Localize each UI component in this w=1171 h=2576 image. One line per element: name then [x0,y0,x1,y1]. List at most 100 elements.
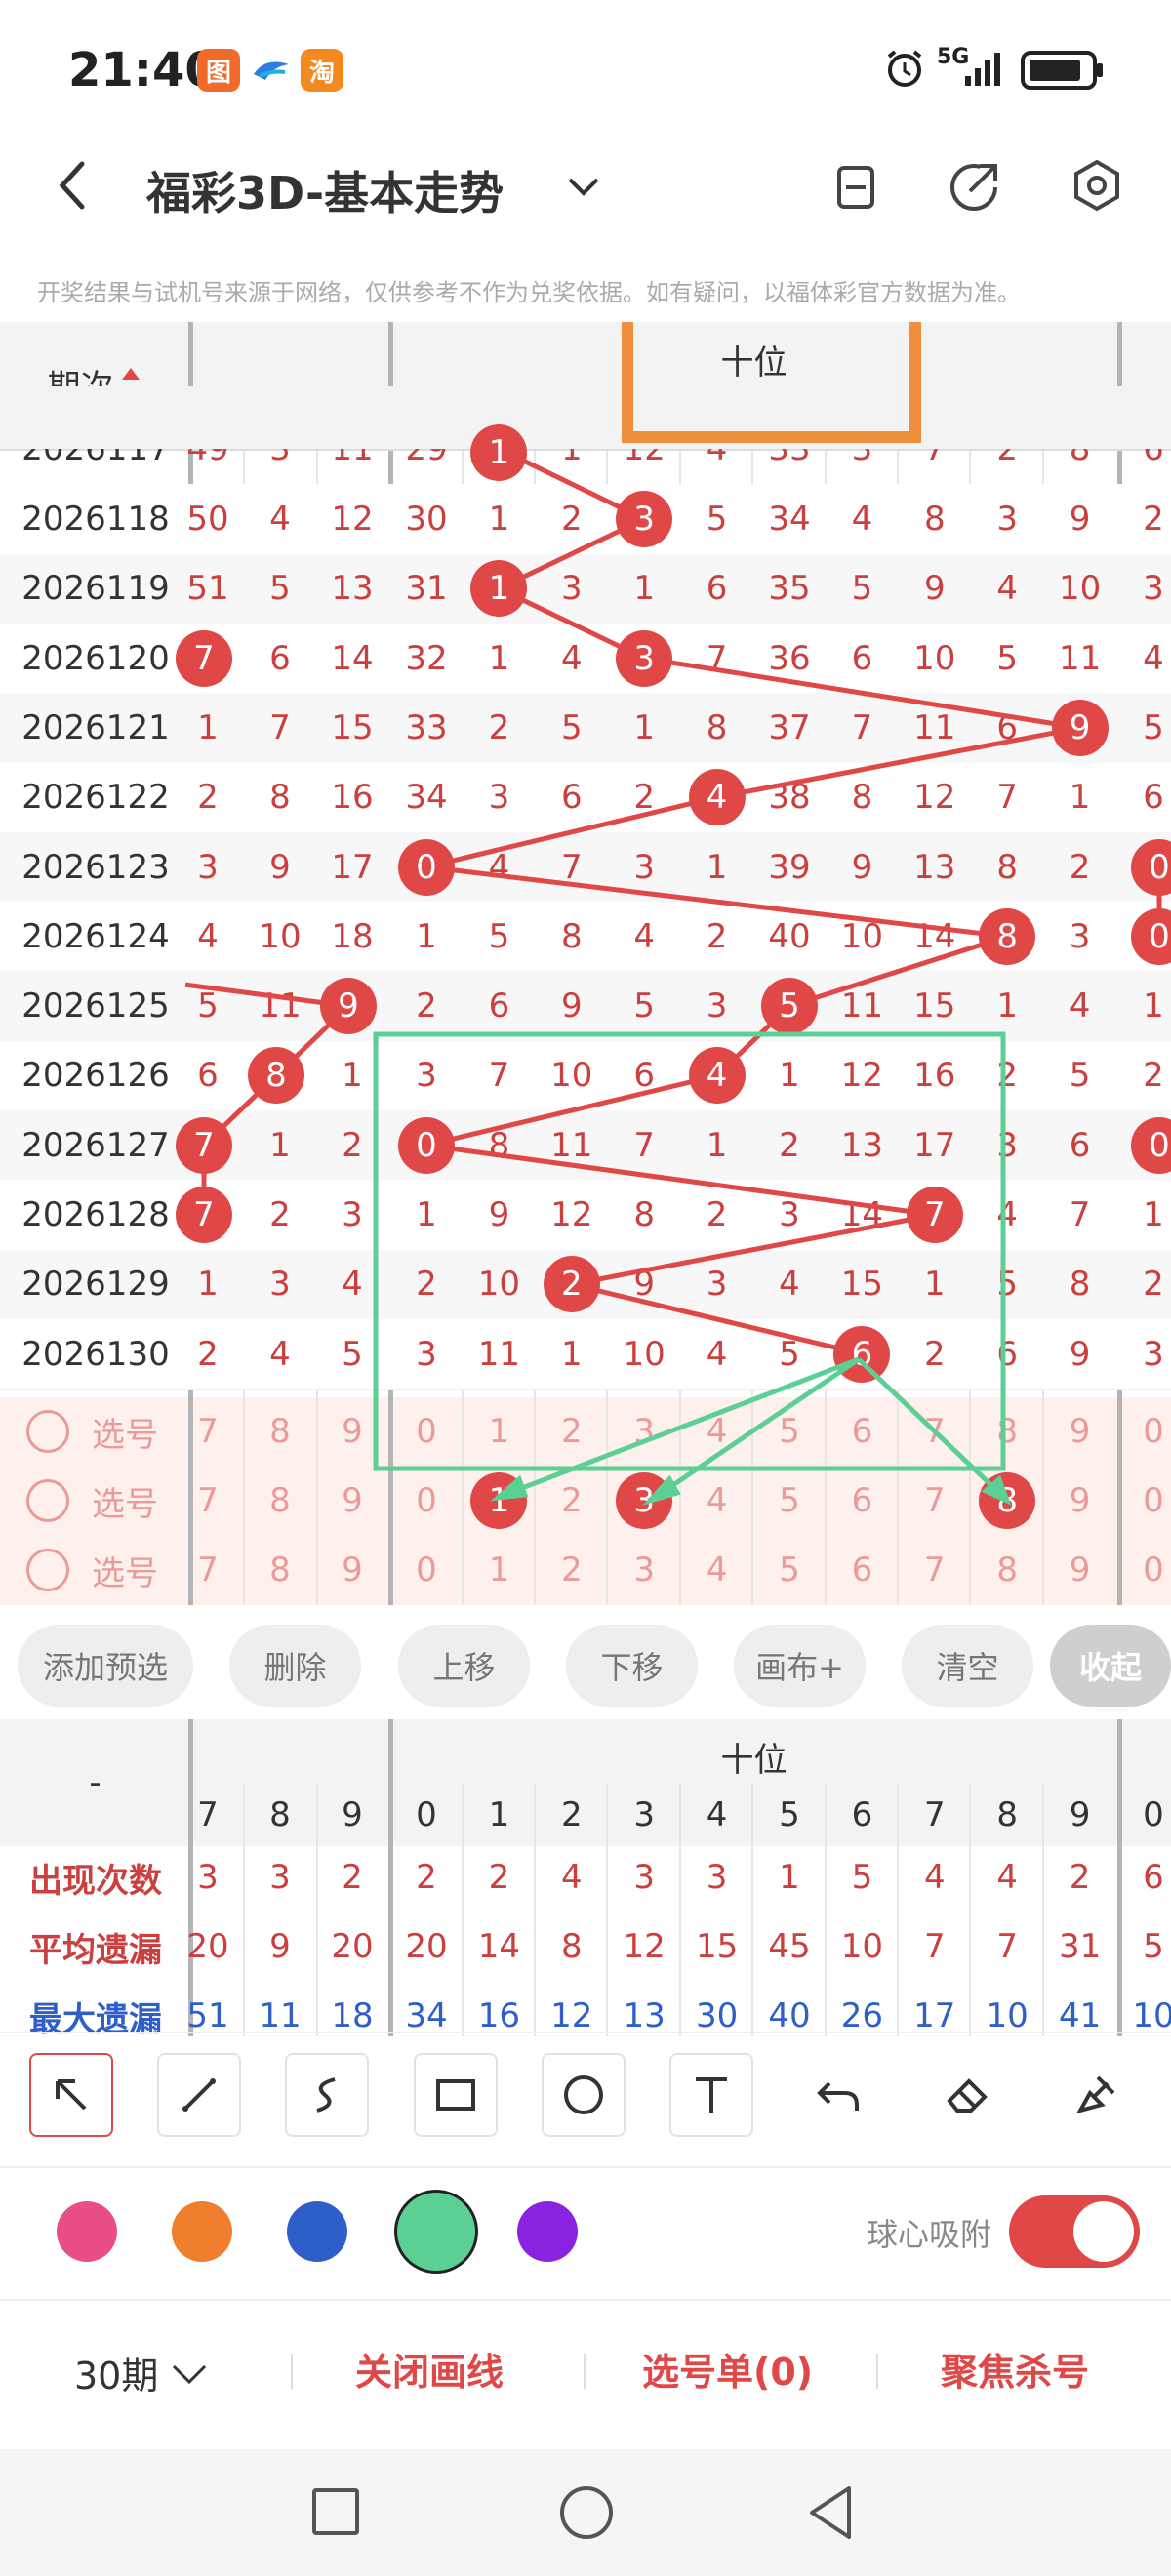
divider [0,2299,1171,2301]
stats-cell: 17 [913,1996,956,2035]
toggle-knob [1073,2201,1134,2262]
orange-highlight-rect [622,322,921,443]
stats-cell: 16 [477,1996,521,2035]
action-button[interactable]: 下移 [566,1625,698,1707]
digit-header: 4 [706,1795,728,1834]
chevron-down-icon [173,2364,207,2384]
stats-cell: 3 [197,1858,219,1897]
back-nav-icon[interactable] [806,2484,855,2541]
snap-label: 球心吸附 [867,2216,992,2253]
stats-label: 出现次数 [29,1861,162,1901]
action-button[interactable]: 清空 [902,1625,1033,1707]
period-count-selector[interactable]: 30期 [74,2346,209,2399]
stats-cell: 7 [923,1927,946,1966]
stats-cell: 34 [405,1996,448,2035]
stats-label: 平均遗漏 [29,1930,162,1970]
digit-header: 1 [488,1795,510,1834]
color-swatch[interactable] [57,2201,117,2262]
circle-icon [564,2075,603,2114]
digit-header: 7 [923,1795,946,1834]
stats-cell: 15 [695,1927,739,1966]
stats-cell: 11 [259,1996,302,2035]
digit-header: 8 [269,1795,291,1834]
stats-cell: 20 [405,1927,448,1966]
stats-cell: 4 [560,1858,583,1897]
stats-cell: 5 [1143,1927,1164,1966]
stats-cell: 6 [1143,1858,1164,1897]
color-swatch[interactable] [172,2201,232,2262]
bird-app-icon [252,55,291,84]
action-button[interactable]: 画布+ [734,1625,866,1707]
system-nav-bar [0,2449,1171,2576]
status-bar: 21:40 图 淘 5G [0,0,1171,137]
share-icon[interactable] [947,156,1005,215]
arrow-tool[interactable] [29,2053,113,2137]
pick-list-button[interactable]: 选号单(0) [642,2342,813,2395]
stats-cell: 20 [331,1927,374,1966]
brush-tool[interactable] [1054,2053,1138,2137]
home-icon[interactable] [560,2486,613,2539]
action-button[interactable]: 收起 [1050,1625,1171,1707]
line-tool[interactable] [157,2053,241,2137]
action-button[interactable]: 上移 [398,1625,530,1707]
color-swatch[interactable] [517,2201,578,2262]
undo-tool[interactable] [797,2053,881,2137]
recents-icon[interactable] [312,2488,359,2535]
arrow-icon [56,2079,87,2111]
stats-cell: 9 [269,1927,291,1966]
divider [584,2354,586,2389]
digit-header: 0 [1143,1795,1164,1834]
stats-cell: 18 [331,1996,374,2035]
color-swatch[interactable] [394,2190,478,2274]
stats-cell: 4 [996,1858,1018,1897]
stats-table: - 十位 7 8 9 0 1 2 3 4 5 6 7 8 9 0 出现次数 3 3 2 2 2 4 3 3 1 5 4 4 2 6 平均遗… [0,1719,1171,2036]
stats-cell: 1 [779,1858,800,1897]
back-icon[interactable] [49,156,98,215]
copy-icon[interactable] [831,158,880,213]
divider [291,2354,293,2389]
curve-tool[interactable] [285,2053,369,2137]
taobao-app-icon: 淘 [301,49,343,92]
curve-icon [316,2077,336,2113]
action-button[interactable]: 添加预选 [18,1625,193,1707]
focus-kill-button[interactable]: 聚焦杀号 [941,2342,1089,2395]
trend-table: 期次 十位 78901234567890 2026117493112911124… [0,322,1171,1605]
close-drawing-button[interactable]: 关闭画线 [355,2342,504,2395]
eraser-tool[interactable] [925,2053,1009,2137]
green-selection-rect [373,1031,1006,1471]
circle-tool[interactable] [542,2053,626,2137]
text-tool[interactable] [669,2053,753,2137]
digit-header: 9 [342,1795,363,1834]
stats-cell: 2 [416,1858,437,1897]
digit-header: 0 [416,1795,437,1834]
stats-cell: 20 [186,1927,229,1966]
stats-cell: 10 [840,1927,884,1966]
digit-header: 8 [996,1795,1018,1834]
stats-cell: 12 [623,1927,666,1966]
rect-tool[interactable] [414,2053,498,2137]
stats-cell: 30 [695,1996,739,2035]
chevron-down-icon[interactable] [564,166,603,205]
color-swatch[interactable] [287,2201,347,2262]
stats-cell: 10 [1132,1996,1171,2035]
stats-cell: 2 [1069,1858,1091,1897]
settings-icon[interactable] [1068,156,1126,215]
digit-header: 7 [197,1795,219,1834]
divider [0,2032,1171,2033]
undo-icon [817,2081,859,2111]
stats-cell: 26 [840,1996,884,2035]
snap-toggle[interactable] [1009,2195,1140,2268]
stats-cell: 51 [186,1996,229,2035]
stats-cell: 2 [342,1858,363,1897]
group-divider [1117,1719,1122,2036]
line-icon [182,2078,216,2112]
digit-header: 3 [633,1795,655,1834]
stats-cell: 7 [996,1927,1018,1966]
stats-cell: 8 [560,1927,583,1966]
signal-icon [961,49,1006,88]
page-title[interactable]: 福彩3D-基本走势 [146,158,504,222]
divider [0,2166,1171,2168]
action-button[interactable]: 删除 [229,1625,361,1707]
app-notification-icon: 图 [197,49,240,92]
period-count-label: 30期 [74,2355,159,2397]
